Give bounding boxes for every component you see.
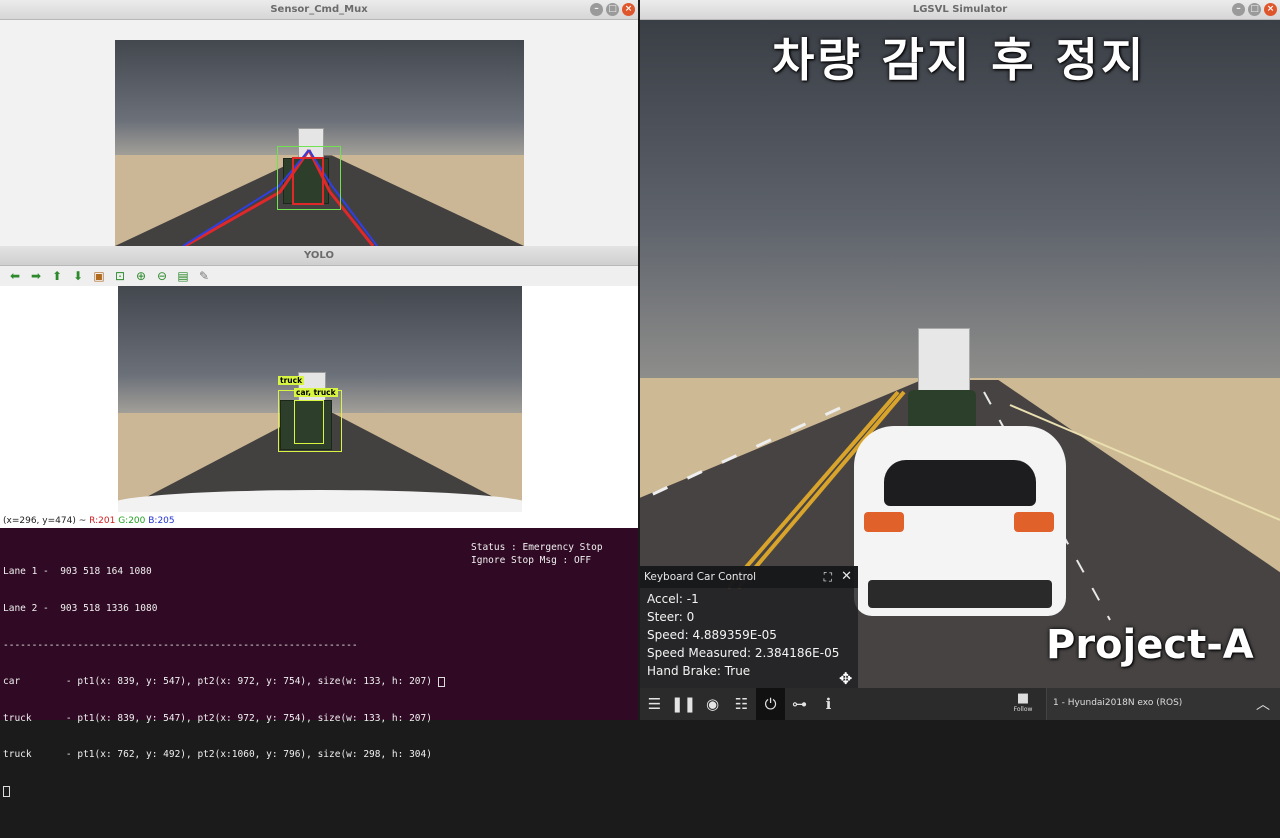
zoom-in-icon[interactable]: ⊕ [134, 269, 148, 283]
accel-readout: Accel: -1 [647, 592, 699, 606]
sensor-window-titlebar[interactable]: Sensor_Cmd_Mux – □ × [0, 0, 638, 20]
zoom-out-icon[interactable]: ⊖ [155, 269, 169, 283]
pixel-r: R:201 [89, 516, 116, 526]
move-handle-icon[interactable]: ✥ [839, 669, 852, 688]
gamepad-icon[interactable]: ⊶ [785, 688, 814, 720]
sensor-bbox [277, 146, 341, 210]
keyboard-car-control-panel: Keyboard Car Control ⛶ ✕ Accel: -1 Steer… [640, 566, 858, 688]
speed-measured-readout: Speed Measured: 2.384186E-05 [647, 646, 840, 660]
info-icon[interactable]: ℹ [814, 688, 843, 720]
pixel-b: B:205 [148, 516, 175, 526]
close-icon[interactable]: ✕ [841, 566, 852, 588]
follow-camera-button[interactable]: ■ Follow [1010, 691, 1036, 714]
yolo-toolbar: ⬅ ➡ ⬆ ⬇ ▣ ⊡ ⊕ ⊖ ▤ ✎ [0, 266, 638, 286]
minimize-button[interactable]: – [590, 3, 603, 16]
steer-readout: Steer: 0 [647, 610, 695, 624]
vehicle-name: 1 - Hyundai2018N exo (ROS) [1053, 698, 1183, 708]
lane-lines-overlay [182, 149, 378, 246]
arrow-down-icon[interactable]: ⬇ [71, 269, 85, 283]
keyboard-panel-title: Keyboard Car Control [644, 571, 757, 583]
minimize-button[interactable]: – [1232, 3, 1245, 16]
car-bbox [294, 400, 324, 444]
yolo-window-titlebar[interactable]: YOLO [0, 246, 638, 266]
image-icon[interactable]: ▣ [92, 269, 106, 283]
sensor-cmd-mux-window: Sensor_Cmd_Mux – □ × [0, 0, 638, 246]
car-truck-label: car, truck [294, 388, 338, 397]
sliders-icon[interactable]: ☷ [727, 688, 756, 720]
cursor-coords: (x=296, y=474) ~ [3, 516, 87, 526]
terminal-line: ----------------------------------------… [3, 639, 358, 651]
crop-icon[interactable]: ⊡ [113, 269, 127, 283]
vehicle-selector[interactable]: 1 - Hyundai2018N exo (ROS) ︿ [1046, 688, 1280, 720]
status-label: Status : Emergency Stop [471, 542, 603, 553]
truck-label: truck [278, 376, 305, 385]
terminal-line: Lane 2 - 903 518 1336 1080 [3, 603, 158, 615]
korean-title-overlay: 차량 감지 후 정지 [772, 33, 1147, 87]
lgsvl-window: LGSVL Simulator – □ × [640, 0, 1280, 20]
lgsvl-window-title: LGSVL Simulator [912, 4, 1008, 15]
terminal-cursor [3, 786, 635, 801]
pixel-g: G:200 [118, 516, 146, 526]
terminal-line: Lane 1 - 903 518 164 1080 [3, 566, 152, 578]
project-label-overlay: Project-A [1046, 622, 1254, 668]
close-button[interactable]: × [1264, 3, 1277, 16]
camera-icon: ■ [1016, 691, 1030, 706]
terminal-line: car - pt1(x: 839, y: 547), pt2(x: 972, y… [3, 676, 635, 688]
menu-icon[interactable]: ☰ [640, 688, 669, 720]
chevron-up-icon: ︿ [1256, 697, 1270, 713]
yolo-window-title: YOLO [304, 250, 334, 261]
terminal-line: truck - pt1(x: 762, y: 492), pt2(x:1060,… [3, 749, 432, 761]
yolo-status-line: (x=296, y=474) ~ R:201 G:200 B:205 [3, 516, 175, 526]
truck-body [918, 328, 970, 394]
maximize-button[interactable]: □ [1248, 3, 1261, 16]
speed-readout: Speed: 4.889359E-05 [647, 628, 777, 642]
keyboard-panel-header[interactable]: Keyboard Car Control ⛶ ✕ [640, 566, 858, 588]
close-button[interactable]: × [622, 3, 635, 16]
hand-brake-readout: Hand Brake: True [647, 664, 751, 678]
yolo-camera-image: truck car, truck [118, 286, 522, 512]
follow-label: Follow [1013, 706, 1033, 713]
terminal-line: truck - pt1(x: 839, y: 547), pt2(x: 972,… [3, 712, 432, 724]
properties-icon[interactable]: ✎ [197, 269, 211, 283]
expand-icon[interactable]: ⛶ [824, 566, 832, 588]
arrow-right-icon[interactable]: ➡ [29, 269, 43, 283]
ignore-stop-label: Ignore Stop Msg : OFF [471, 555, 592, 566]
maximize-button[interactable]: □ [606, 3, 619, 16]
sensor-window-title: Sensor_Cmd_Mux [270, 4, 368, 15]
simulator-bottom-bar: ☰ ❚❚ ◉ ☷ ⏻ ⊶ ℹ ■ Follow 1 - Hyundai2018N… [640, 688, 1280, 720]
yolo-window: YOLO ⬅ ➡ ⬆ ⬇ ▣ ⊡ ⊕ ⊖ ▤ ✎ truck car, truc… [0, 246, 638, 528]
arrow-left-icon[interactable]: ⬅ [8, 269, 22, 283]
eye-icon[interactable]: ◉ [698, 688, 727, 720]
pause-icon[interactable]: ❚❚ [669, 688, 698, 720]
sensor-camera-image [115, 40, 524, 246]
arrow-up-icon[interactable]: ⬆ [50, 269, 64, 283]
plug-icon[interactable]: ⏻ [756, 688, 785, 720]
save-icon[interactable]: ▤ [176, 269, 190, 283]
lgsvl-window-titlebar[interactable]: LGSVL Simulator – □ × [640, 0, 1280, 20]
terminal-window[interactable]: Lane 1 - 903 518 164 1080 Lane 2 - 903 5… [0, 528, 638, 798]
